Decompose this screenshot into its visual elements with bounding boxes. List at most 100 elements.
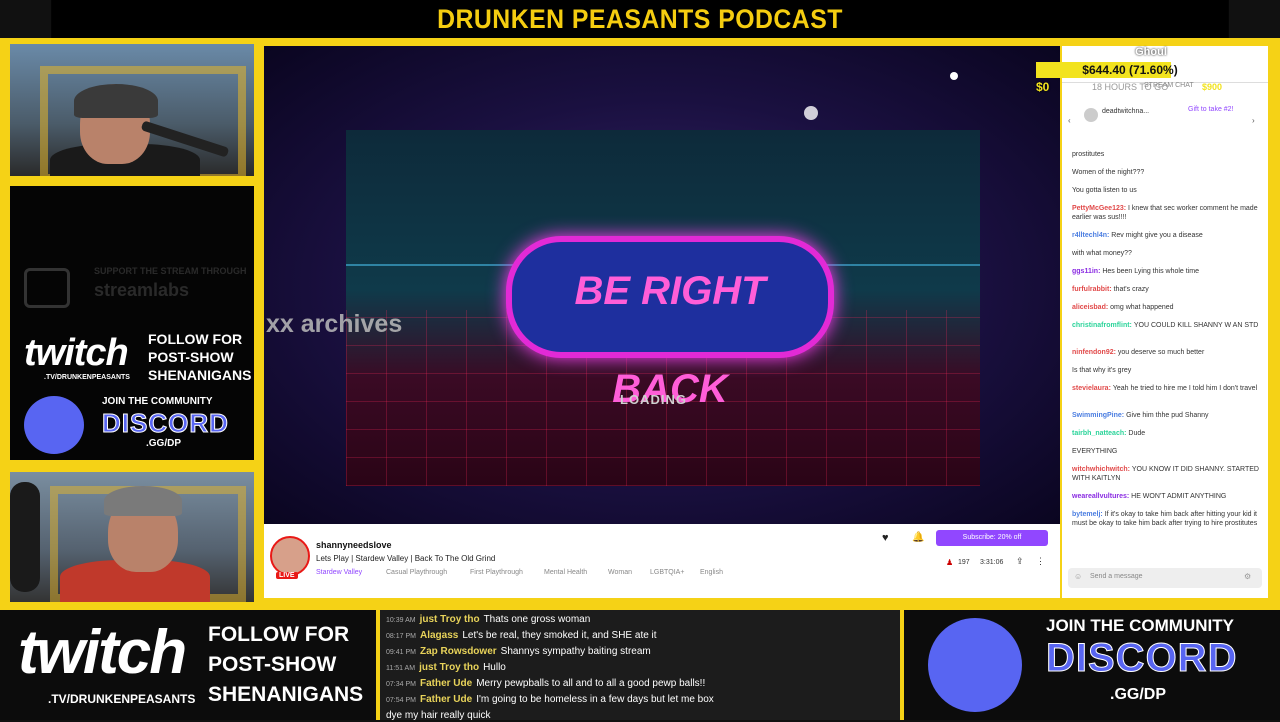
tag[interactable]: LGBTQIA+: [650, 569, 684, 576]
chat-message: Women of the night???: [1072, 168, 1262, 177]
twitch-logo: twitch: [24, 332, 129, 374]
tag[interactable]: English: [700, 569, 723, 576]
chat-message: Is that why it's grey: [1072, 366, 1262, 375]
chat-text: YOU COULD KILL SHANNY W AN STD: [1133, 322, 1259, 329]
chat-username[interactable]: ggs11in:: [1072, 268, 1102, 275]
chat-username[interactable]: tairbh_natteach:: [1072, 430, 1128, 437]
bell-icon[interactable]: 🔔: [912, 532, 924, 543]
podcast-title: DRUNKEN PEASANTS PODCAST: [51, 0, 1229, 38]
chat-message: You gotta listen to us: [1072, 186, 1262, 195]
chevron-right-icon[interactable]: ›: [1252, 116, 1255, 125]
bottom-chat-line: 10:39 AM just Troy tho Thats one gross wom…: [386, 614, 590, 627]
chat-username[interactable]: r4lltechl4n:: [1072, 232, 1111, 239]
chat-text: Hes been Lying this whole time: [1102, 268, 1199, 275]
chat-text: with what money??: [1072, 250, 1132, 257]
chat-message: ggs11in: Hes been Lying this whole time: [1072, 267, 1262, 276]
chat-username[interactable]: furfulrabbit:: [1072, 286, 1114, 293]
chat-username: Father Ude: [419, 694, 473, 705]
chat-text: Let's be real, they smoked it, and SHE a…: [462, 630, 657, 641]
chat-message: tairbh_natteach: Dude: [1072, 429, 1262, 438]
chat-message: witchwhichwitch: YOU KNOW IT DID SHANNY.…: [1072, 465, 1262, 483]
discord-icon: [24, 396, 84, 454]
chat-text: I'm going to be homeless in a few days b…: [476, 694, 714, 705]
tag[interactable]: Casual Playthrough: [386, 569, 447, 576]
live-badge: LIVE: [276, 572, 298, 579]
game-link[interactable]: Stardew Valley: [316, 569, 362, 576]
chat-username: Alagass: [419, 630, 459, 641]
bottom-chat-line: 09:41 PM Zap Rowsdower Shannys sympathy ba…: [386, 646, 651, 659]
discord-word-large: DISCORD: [1045, 636, 1238, 681]
tag[interactable]: Woman: [608, 569, 632, 576]
tag[interactable]: Mental Health: [544, 569, 587, 576]
twitch-logo-large: twitch: [18, 618, 187, 687]
chat-username[interactable]: ninfendon92:: [1072, 349, 1118, 356]
gifter-avatar: [1084, 108, 1098, 122]
bottom-chat-line: 07:54 PM Father Ude I'm going to be homele…: [386, 694, 714, 707]
chat-text: Merry pewpballs to all and to all a good…: [476, 678, 706, 689]
chat-message: bytemelj: If it's okay to take him back …: [1072, 510, 1262, 528]
chat-username[interactable]: witchwhichwitch:: [1072, 466, 1132, 473]
overlay-watermark: xx archives: [266, 310, 403, 338]
stream-info-bar: LIVE shannyneedslove Lets Play | Stardew…: [264, 524, 1060, 598]
chevron-left-icon[interactable]: ‹: [1068, 116, 1071, 125]
chat-message: with what money??: [1072, 249, 1262, 258]
follow-text: FOLLOW FOR POST-SHOW SHENANIGANS: [148, 331, 252, 383]
chat-message: PettyMcGee123: I knew that sec worker co…: [1072, 204, 1262, 222]
chat-text: prostitutes: [1072, 151, 1105, 158]
chat-message: weareallvultures: HE WON'T ADMIT ANYTHIN…: [1072, 492, 1262, 501]
bottom-chat-line: 07:34 PM Father Ude Merry pewpballs to all…: [386, 678, 705, 691]
chat-username[interactable]: weareallvultures:: [1072, 493, 1131, 500]
chat-username: just Troy tho: [419, 662, 480, 673]
bottom-chat-line: 08:17 PM Alagass Let's be real, they smoke…: [386, 630, 657, 643]
gear-icon[interactable]: ⚙: [1244, 572, 1251, 581]
chat-input[interactable]: ☺ Send a message ⚙: [1068, 568, 1262, 588]
chat-username[interactable]: bytemelj:: [1072, 511, 1105, 518]
chat-username: Zap Rowsdower: [419, 646, 497, 657]
bottom-chat-line: dye my hair really quick: [386, 710, 490, 722]
gift-label[interactable]: Gift to take #2!: [1188, 106, 1234, 113]
heart-icon[interactable]: ♥: [882, 532, 889, 544]
emote-icon[interactable]: ☺: [1074, 572, 1082, 581]
chat-timestamp: 11:51 AM: [386, 665, 416, 672]
share-icon[interactable]: ⇪: [1016, 556, 1024, 567]
discord-word: DISCORD: [102, 408, 229, 439]
chat-message: EVERYTHING: [1072, 447, 1262, 456]
follow-text-bottom: FOLLOW FOR POST-SHOW SHENANIGANS: [208, 623, 364, 706]
more-options-icon[interactable]: ⋮: [1036, 556, 1045, 567]
chat-text: dye my hair really quick: [386, 710, 491, 721]
chat-text: Shannys sympathy baiting stream: [500, 646, 651, 657]
stream-chat: ‹ › deadtwitchna... Gift to take #2! pro…: [1062, 46, 1268, 598]
discord-url: .GG/DP: [146, 438, 182, 449]
chat-text: you deserve so much better: [1117, 349, 1205, 356]
tag[interactable]: First Playthrough: [470, 569, 523, 576]
chat-message: aliceisbad: omg what happened: [1072, 303, 1262, 312]
chat-username[interactable]: aliceisbad:: [1072, 304, 1110, 311]
chat-timestamp: 07:34 PM: [386, 681, 416, 688]
streamer-avatar[interactable]: [270, 536, 310, 576]
discord-icon-large: [928, 618, 1022, 712]
chat-username: just Troy tho: [419, 614, 480, 625]
chat-username[interactable]: stevielaura:: [1072, 385, 1113, 392]
chat-username[interactable]: PettyMcGee123:: [1072, 205, 1128, 212]
subscribe-button[interactable]: Subscribe: 20% off: [936, 530, 1048, 546]
stream-chat-label: STREAM CHAT: [1144, 82, 1194, 89]
chat-username[interactable]: christinafromflint:: [1072, 322, 1134, 329]
chat-text: You gotta listen to us: [1072, 187, 1137, 194]
chat-input-placeholder: Send a message: [1090, 573, 1143, 580]
loading-text: LOADING: [620, 392, 687, 407]
chat-username: Father Ude: [419, 678, 473, 689]
chat-text: Give him thhe pud Shanny: [1126, 412, 1209, 419]
be-right-back-text: BE RIGHT BACK: [506, 236, 834, 411]
discord-url-bottom: .GG/DP: [1110, 686, 1167, 703]
goal-name: Ghoul: [1135, 46, 1167, 58]
chat-text: Dude: [1128, 430, 1146, 437]
gift-user: deadtwitchna...: [1102, 108, 1150, 115]
webcam-host-top: [10, 44, 254, 176]
chat-text: omg what happened: [1110, 304, 1174, 311]
join-community-bottom: JOIN THE COMMUNITY: [1046, 616, 1234, 635]
bottom-chat-line: 11:51 AM just Troy tho Hullo: [386, 662, 506, 675]
viewer-icon: ♟: [946, 558, 954, 567]
channel-name[interactable]: shannyneedslove: [316, 540, 392, 550]
chat-username[interactable]: SwimmingPine:: [1072, 412, 1126, 419]
goal-max: $900: [1202, 82, 1223, 92]
